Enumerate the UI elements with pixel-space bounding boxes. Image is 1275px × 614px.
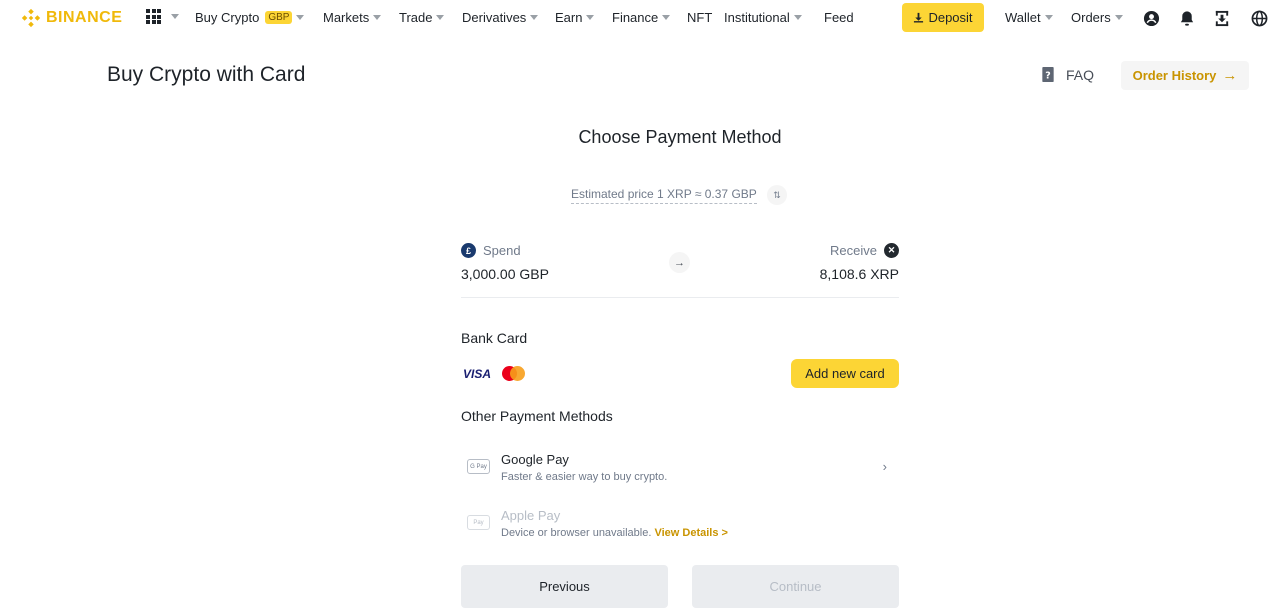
nav-label: Finance	[612, 10, 659, 25]
continue-button[interactable]: Continue	[692, 565, 899, 608]
apps-menu[interactable]	[146, 9, 179, 24]
order-history-button[interactable]: Order History →	[1121, 61, 1249, 90]
spend-amount: 3,000.00 GBP	[461, 266, 549, 282]
previous-button[interactable]: Previous	[461, 565, 668, 608]
payment-method-description-group: Device or browser unavailable. View Deta…	[501, 527, 728, 539]
nav-finance[interactable]: Finance	[612, 10, 671, 25]
chevron-down-icon	[662, 15, 671, 20]
nav-label: Wallet	[1005, 10, 1041, 25]
swap-price-icon[interactable]: ⇅	[767, 185, 787, 205]
spend-label: Spend	[483, 243, 521, 258]
nav-label: Markets	[323, 10, 370, 25]
receive-label: Receive	[830, 243, 877, 258]
nav-label: Earn	[555, 10, 583, 25]
binance-diamond-icon	[21, 8, 41, 28]
nav-label: Buy Crypto	[195, 10, 260, 25]
payment-method-google-pay[interactable]: G Pay Google Pay Faster & easier way to …	[461, 452, 899, 496]
estimated-price[interactable]: Estimated price 1 XRP ≈ 0.37 GBP	[571, 187, 757, 204]
chevron-down-icon	[373, 15, 382, 20]
chevron-down-icon	[171, 14, 179, 19]
nav-label: Institutional	[724, 10, 790, 25]
chevron-down-icon	[1114, 15, 1123, 20]
divider	[461, 297, 899, 298]
nav-label: Orders	[1071, 10, 1111, 25]
page-title: Buy Crypto with Card	[107, 63, 306, 86]
download-app-icon[interactable]	[1213, 9, 1231, 27]
chevron-right-icon: ›	[882, 459, 887, 474]
order-history-label: Order History	[1132, 68, 1217, 83]
apple-pay-logo-text: Pay	[473, 519, 484, 526]
nav-earn[interactable]: Earn	[555, 10, 595, 25]
chevron-down-icon	[793, 15, 802, 20]
payment-method-description: Device or browser unavailable.	[501, 527, 652, 539]
receive-amount: 8,108.6 XRP	[819, 266, 899, 282]
visa-logo-icon: VISA	[463, 367, 492, 381]
xrp-coin-icon: ✕	[884, 243, 899, 258]
currency-badge: GBP	[265, 11, 293, 24]
nav-label: Feed	[824, 10, 854, 25]
chevron-down-icon	[296, 15, 305, 20]
bank-card-heading: Bank Card	[461, 330, 528, 346]
gbp-coin-icon: £	[461, 243, 476, 258]
chevron-down-icon	[436, 15, 445, 20]
brand-name: BINANCE	[46, 9, 123, 26]
download-icon	[914, 12, 924, 23]
faq-document-icon: ?	[1042, 66, 1054, 83]
nav-label: NFT	[687, 10, 713, 25]
apps-grid-icon	[146, 9, 161, 24]
nav-label: Derivatives	[462, 10, 527, 25]
nav-nft[interactable]: NFT	[687, 10, 712, 25]
svg-text:?: ?	[1045, 70, 1050, 81]
notification-bell-icon[interactable]	[1178, 9, 1196, 27]
payment-method-description: Faster & easier way to buy crypto.	[501, 471, 668, 483]
nav-wallet[interactable]: Wallet	[1005, 10, 1053, 25]
language-globe-icon[interactable]	[1250, 9, 1268, 27]
nav-orders[interactable]: Orders	[1071, 10, 1123, 25]
deposit-label: Deposit	[928, 10, 973, 25]
nav-label: Trade	[399, 10, 433, 25]
nav-institutional[interactable]: Institutional	[724, 10, 802, 25]
add-new-card-button[interactable]: Add new card	[791, 359, 899, 388]
view-details-link[interactable]: View Details >	[654, 527, 727, 539]
chevron-down-icon	[1044, 15, 1053, 20]
receive-label-group: Receive ✕	[830, 243, 899, 258]
nav-buy-crypto[interactable]: Buy Crypto GBP	[195, 10, 305, 25]
binance-logo[interactable]: BINANCE	[20, 7, 122, 29]
account-icon[interactable]	[1142, 9, 1160, 27]
deposit-button[interactable]: Deposit	[902, 3, 984, 32]
nav-derivatives[interactable]: Derivatives	[462, 10, 539, 25]
mastercard-logo-icon	[502, 366, 526, 382]
payment-method-name: Google Pay	[501, 452, 569, 467]
chevron-down-icon	[586, 15, 595, 20]
google-pay-logo-icon: G Pay	[467, 459, 490, 474]
faq-link[interactable]: ? FAQ	[1040, 66, 1094, 83]
apple-pay-logo-icon: Pay	[467, 515, 490, 530]
arrow-right-icon: →	[669, 252, 690, 273]
payment-method-name: Apple Pay	[501, 508, 561, 523]
other-payment-methods-heading: Other Payment Methods	[461, 408, 613, 424]
arrow-right-icon: →	[1222, 67, 1238, 84]
nav-markets[interactable]: Markets	[323, 10, 382, 25]
top-navigation: BINANCE Buy Crypto GBP Markets Trade Der…	[0, 0, 1275, 36]
nav-feed[interactable]: Feed	[824, 10, 854, 25]
payment-method-apple-pay: Pay Apple Pay Device or browser unavaila…	[461, 508, 899, 552]
spend-label-group: £ Spend	[461, 243, 521, 258]
section-title: Choose Payment Method	[578, 127, 782, 147]
chevron-down-icon	[530, 15, 539, 20]
nav-trade[interactable]: Trade	[399, 10, 445, 25]
faq-label: FAQ	[1066, 66, 1095, 83]
